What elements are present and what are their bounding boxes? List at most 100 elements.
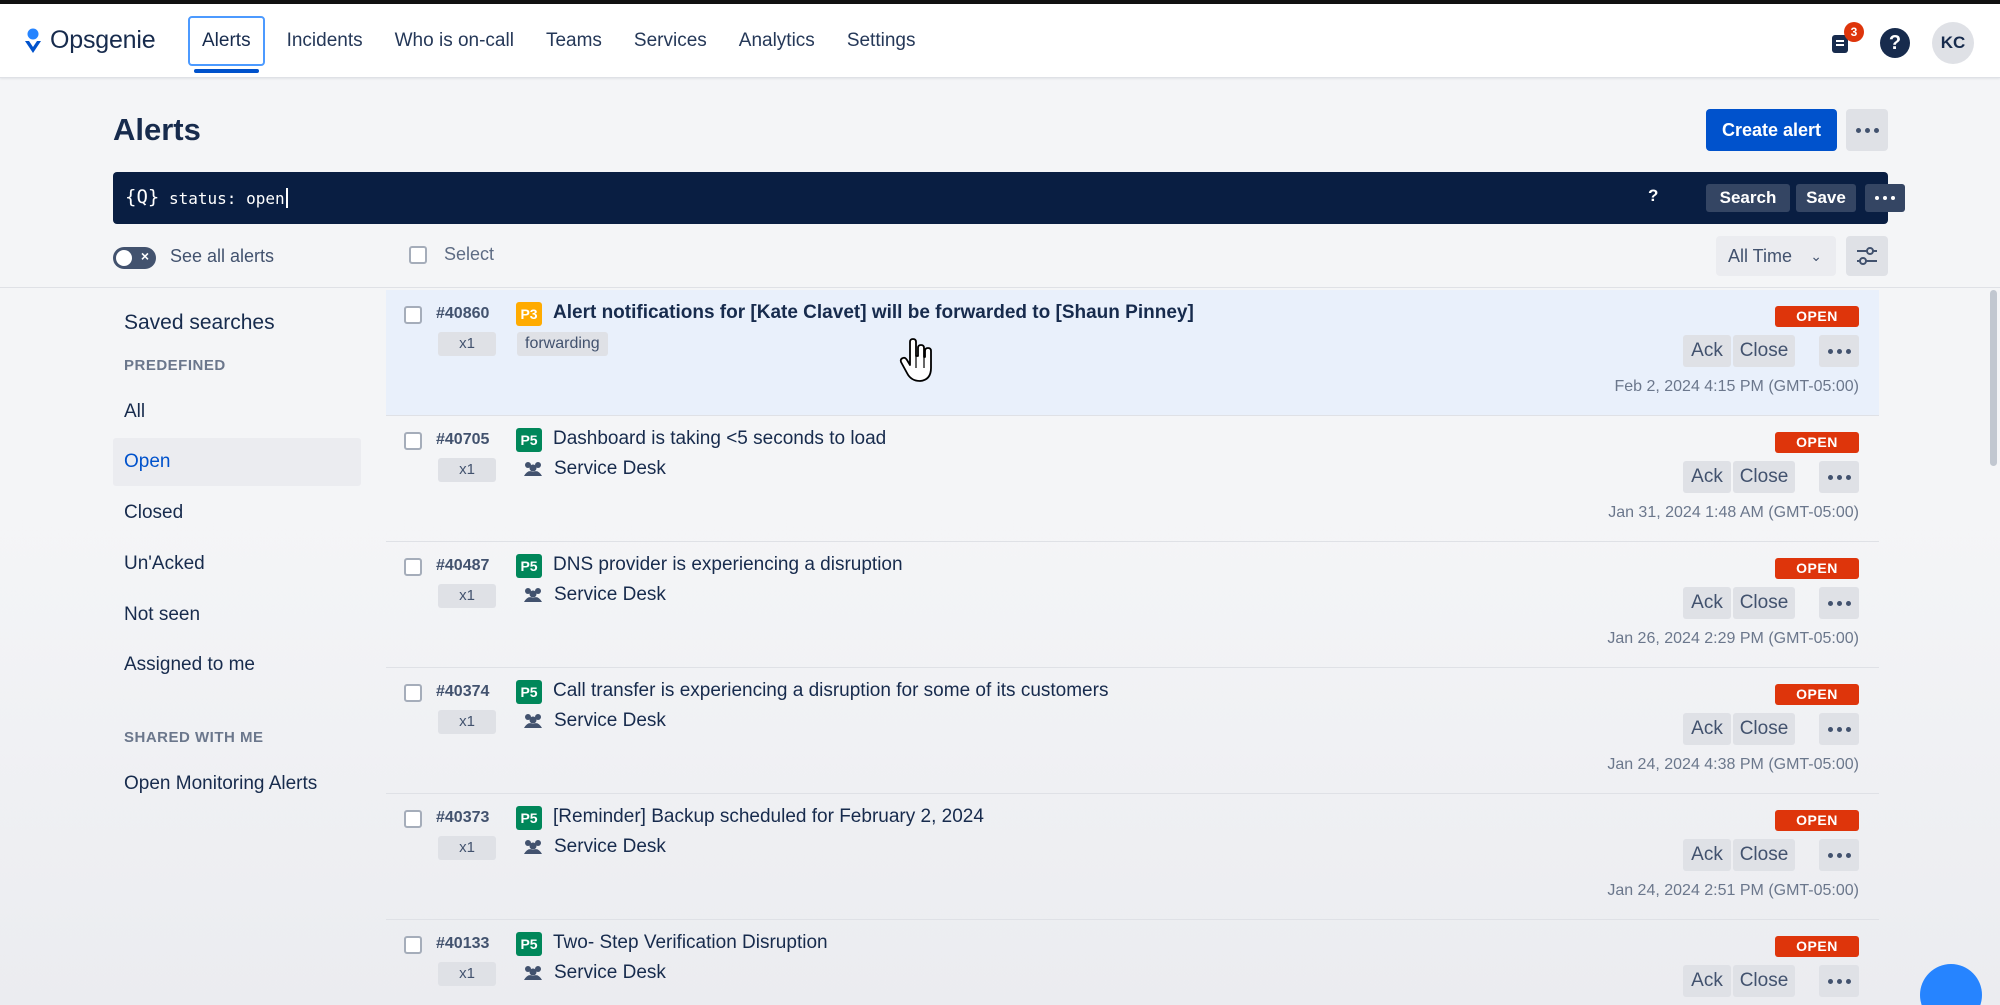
row-checkbox[interactable] <box>404 432 422 450</box>
priority-badge: P5 <box>516 806 542 830</box>
ack-button[interactable]: Ack <box>1683 461 1731 493</box>
main-nav: Alerts Incidents Who is on-call Teams Se… <box>188 16 932 73</box>
row-checkbox[interactable] <box>404 810 422 828</box>
more-icon <box>1827 348 1851 354</box>
alert-row[interactable]: #40860 x1 P3 Alert notifications for [Ka… <box>386 290 1879 416</box>
alert-date: Feb 2, 2024 4:15 PM (GMT-05:00) <box>1614 378 1859 395</box>
alert-id[interactable]: #40374 <box>436 683 489 701</box>
row-checkbox[interactable] <box>404 558 422 576</box>
help-icon[interactable]: ? <box>1880 28 1910 58</box>
see-all-alerts-toggle[interactable]: × <box>113 247 156 269</box>
sidebar-item-assigned-to-me[interactable]: Assigned to me <box>113 641 361 689</box>
top-right-actions: 3 ? KC <box>1822 22 1974 64</box>
search-bar: {Q} status: open ? Search Save <box>113 172 1905 224</box>
team-icon <box>524 966 542 980</box>
alert-more-button[interactable] <box>1819 335 1859 367</box>
alert-id[interactable]: #40860 <box>436 305 489 323</box>
priority-badge: P5 <box>516 932 542 956</box>
row-checkbox[interactable] <box>404 306 422 324</box>
team-name: Service Desk <box>554 836 666 857</box>
sidebar-item-closed[interactable]: Closed <box>113 489 361 537</box>
close-button[interactable]: Close <box>1733 965 1795 997</box>
alert-message[interactable]: Call transfer is experiencing a disrupti… <box>553 680 1108 702</box>
sidebar-item-open-monitoring-alerts[interactable]: Open Monitoring Alerts <box>113 760 361 808</box>
save-search-button[interactable]: Save <box>1796 184 1856 212</box>
more-icon <box>1827 726 1851 732</box>
ack-button[interactable]: Ack <box>1683 965 1731 997</box>
close-button[interactable]: Close <box>1733 461 1795 493</box>
ack-button[interactable]: Ack <box>1683 587 1731 619</box>
ack-button[interactable]: Ack <box>1683 335 1731 367</box>
close-button[interactable]: Close <box>1733 335 1795 367</box>
alert-tag[interactable]: forwarding <box>517 332 608 356</box>
nav-services[interactable]: Services <box>618 16 723 66</box>
opsgenie-logo[interactable]: Opsgenie <box>24 26 156 55</box>
alert-date: Jan 24, 2024 4:38 PM (GMT-05:00) <box>1607 756 1859 773</box>
time-range-dropdown[interactable]: All Time ⌄ <box>1716 236 1836 276</box>
close-button[interactable]: Close <box>1733 713 1795 745</box>
row-checkbox[interactable] <box>404 684 422 702</box>
sidebar-item-open[interactable]: Open <box>113 438 361 486</box>
team-label: Service Desk <box>522 710 666 732</box>
filter-settings-button[interactable] <box>1846 236 1888 276</box>
alert-more-button[interactable] <box>1819 965 1859 997</box>
alert-id[interactable]: #40705 <box>436 431 489 449</box>
time-range-value: All Time <box>1728 246 1793 266</box>
sidebar-item-all[interactable]: All <box>113 388 361 436</box>
nav-alerts[interactable]: Alerts <box>188 16 265 73</box>
alert-id[interactable]: #40373 <box>436 809 489 827</box>
team-label: Service Desk <box>522 584 666 606</box>
sidebar-item-not-seen[interactable]: Not seen <box>113 591 361 639</box>
nav-who-is-on-call[interactable]: Who is on-call <box>379 16 530 66</box>
alert-more-button[interactable] <box>1819 713 1859 745</box>
more-icon <box>1827 600 1851 606</box>
alert-row[interactable]: #40373 x1 P5 [Reminder] Backup scheduled… <box>386 794 1879 920</box>
toggle-knob <box>116 250 132 266</box>
notifications-button[interactable]: 3 <box>1822 22 1864 61</box>
alert-message[interactable]: [Reminder] Backup scheduled for February… <box>553 806 984 828</box>
nav-settings[interactable]: Settings <box>831 16 932 66</box>
nav-incidents[interactable]: Incidents <box>271 16 379 66</box>
hand-cursor-icon <box>899 338 932 382</box>
close-button[interactable]: Close <box>1733 587 1795 619</box>
alert-id[interactable]: #40133 <box>436 935 489 953</box>
more-icon <box>1827 474 1851 480</box>
alert-row[interactable]: #40705 x1 P5 Dashboard is taking <5 seco… <box>386 416 1879 542</box>
nav-teams[interactable]: Teams <box>530 16 618 66</box>
alert-more-button[interactable] <box>1819 587 1859 619</box>
alert-row[interactable]: #40374 x1 P5 Call transfer is experienci… <box>386 668 1879 794</box>
opsgenie-logo-icon <box>25 28 41 53</box>
ack-button[interactable]: Ack <box>1683 839 1731 871</box>
alert-more-button[interactable] <box>1819 461 1859 493</box>
scrollbar[interactable] <box>1990 290 1997 466</box>
page-more-button[interactable] <box>1846 109 1888 151</box>
search-input[interactable]: status: open <box>169 188 288 208</box>
chat-launcher-button[interactable] <box>1920 964 1982 1005</box>
row-checkbox[interactable] <box>404 936 422 954</box>
alert-row[interactable]: #40133 x1 P5 Two- Step Verification Disr… <box>386 920 1879 1005</box>
select-all-checkbox[interactable] <box>409 246 427 264</box>
team-label: Service Desk <box>522 962 666 984</box>
alert-message[interactable]: Two- Step Verification Disruption <box>553 932 828 954</box>
team-name: Service Desk <box>554 458 666 479</box>
alert-row[interactable]: #40487 x1 P5 DNS provider is experiencin… <box>386 542 1879 668</box>
alert-message[interactable]: Alert notifications for [Kate Clavet] wi… <box>553 302 1194 324</box>
close-button[interactable]: Close <box>1733 839 1795 871</box>
search-help-button[interactable]: ? <box>1648 186 1658 206</box>
alert-id[interactable]: #40487 <box>436 557 489 575</box>
more-icon <box>1827 852 1851 858</box>
alert-message[interactable]: DNS provider is experiencing a disruptio… <box>553 554 903 576</box>
sidebar-item-unacked[interactable]: Un'Acked <box>113 540 361 588</box>
user-avatar[interactable]: KC <box>1932 22 1974 64</box>
nav-analytics[interactable]: Analytics <box>723 16 831 66</box>
divider <box>0 287 2000 288</box>
alert-more-button[interactable] <box>1819 839 1859 871</box>
team-label: Service Desk <box>522 836 666 858</box>
search-more-button[interactable] <box>1865 184 1905 212</box>
more-icon <box>1827 978 1851 984</box>
ack-button[interactable]: Ack <box>1683 713 1731 745</box>
search-button[interactable]: Search <box>1706 184 1790 212</box>
create-alert-button[interactable]: Create alert <box>1706 109 1837 151</box>
alert-count: x1 <box>438 332 496 356</box>
alert-message[interactable]: Dashboard is taking <5 seconds to load <box>553 428 886 450</box>
